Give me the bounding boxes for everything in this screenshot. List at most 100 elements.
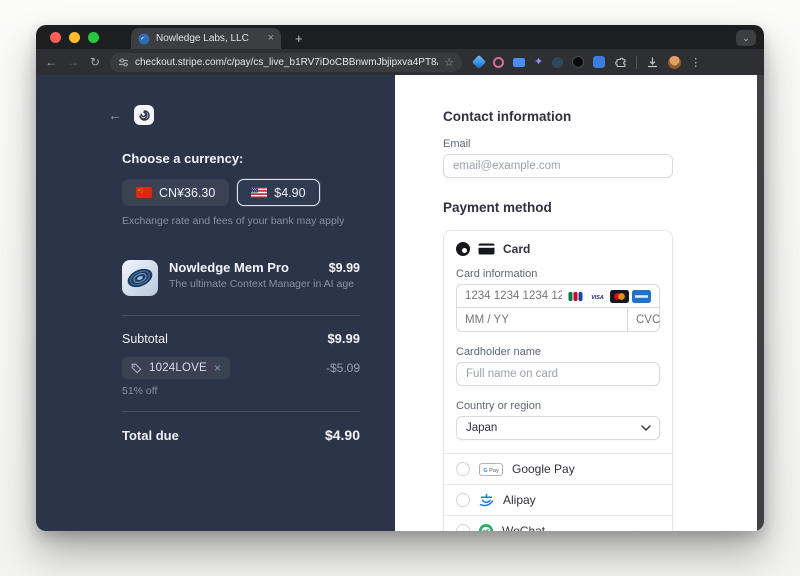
summary-divider	[122, 315, 360, 316]
forward-nav-icon[interactable]: →	[66, 55, 80, 69]
browser-window: Nowledge Labs, LLC × + ⌄ ← → ↻ checkout.…	[36, 25, 764, 531]
product-price: $9.99	[328, 261, 360, 275]
extensions-area: ✦ ⋮	[471, 54, 701, 70]
extension-square-icon[interactable]	[593, 56, 606, 68]
merchant-logo-swirl-icon	[138, 109, 150, 121]
extension-spark-icon[interactable]: ✦	[534, 56, 543, 68]
currency-usd-label: $4.90	[274, 185, 306, 200]
card-number-field[interactable]	[465, 290, 562, 302]
zoom-window-button[interactable]	[88, 31, 99, 43]
total-due-label: Total due	[122, 427, 179, 443]
alipay-radio[interactable]	[456, 493, 470, 507]
extension-card-icon[interactable]	[513, 58, 525, 67]
extension-record-icon[interactable]	[572, 56, 585, 68]
product-app-icon	[122, 260, 158, 296]
product-line-item: Nowledge Mem Pro $9.99 The ultimate Cont…	[122, 260, 360, 296]
cardholder-name-field[interactable]	[456, 362, 660, 386]
site-settings-icon[interactable]	[118, 57, 129, 68]
alipay-icon	[479, 493, 494, 507]
extensions-puzzle-icon[interactable]	[614, 56, 627, 69]
email-field[interactable]	[443, 154, 673, 178]
alipay-option[interactable]: Alipay	[444, 484, 672, 515]
browser-menu-icon[interactable]: ⋮	[690, 56, 701, 69]
browser-toolbar: ← → ↻ checkout.stripe.com/c/pay/cs_live_…	[36, 49, 764, 75]
card-icon	[478, 243, 495, 255]
google-pay-option[interactable]: G Pay Google Pay	[444, 453, 672, 484]
toolbar-divider	[636, 55, 638, 69]
wechat-radio[interactable]	[456, 524, 470, 531]
svg-text:VISA: VISA	[591, 295, 604, 301]
mastercard-brand-icon	[610, 289, 629, 303]
svg-text:G Pay: G Pay	[483, 467, 499, 473]
alipay-label: Alipay	[503, 493, 536, 507]
payment-method-box: Card Card information 1234 1234 1234 123…	[443, 230, 673, 531]
tab-title: Nowledge Labs, LLC	[156, 33, 249, 44]
promo-code-chip: 1024LOVE ×	[122, 357, 230, 379]
bookmark-star-icon[interactable]: ☆	[444, 56, 454, 69]
card-information-label: Card information	[456, 268, 538, 280]
product-description: The ultimate Context Manager in AI age	[169, 278, 355, 290]
new-tab-button[interactable]: +	[295, 31, 303, 49]
page-content: ← Choose a currency: CN¥36.30 $4.90 Exch…	[36, 75, 764, 531]
address-bar[interactable]: checkout.stripe.com/c/pay/cs_live_b1RV7i…	[110, 52, 462, 72]
card-radio[interactable]	[456, 242, 470, 256]
card-option-label: Card	[503, 242, 531, 256]
currency-option-cny[interactable]: CN¥36.30	[122, 179, 230, 206]
cvc-cell[interactable]: 123	[627, 308, 672, 331]
checkout-form-panel: Contact information Email Payment method	[395, 75, 764, 531]
promo-code: 1024LOVE	[149, 362, 207, 374]
profile-avatar[interactable]	[668, 55, 682, 69]
extension-gem-icon[interactable]	[471, 54, 487, 70]
extension-ring-icon[interactable]	[493, 56, 504, 68]
browser-tab[interactable]: Nowledge Labs, LLC ×	[131, 28, 281, 49]
tab-favicon-icon	[138, 33, 150, 44]
country-label: Country or region	[456, 400, 541, 412]
country-select[interactable]: Japan	[456, 416, 660, 440]
remove-promo-icon[interactable]: ×	[214, 362, 221, 374]
product-name: Nowledge Mem Pro	[169, 260, 289, 275]
merchant-logo	[134, 105, 154, 125]
visa-brand-icon: VISA	[588, 289, 607, 303]
currency-options: CN¥36.30 $4.90	[122, 179, 360, 206]
expiry-cell[interactable]	[457, 308, 627, 331]
wechat-label: WeChat	[502, 524, 546, 531]
tab-close-icon[interactable]: ×	[268, 33, 274, 44]
tab-strip: Nowledge Labs, LLC × + ⌄	[36, 25, 764, 49]
close-window-button[interactable]	[50, 31, 61, 43]
payment-method-heading: Payment method	[443, 200, 552, 215]
card-option-row[interactable]: Card	[456, 242, 660, 256]
promo-percent-note: 51% off	[122, 385, 158, 397]
order-summary-panel: ← Choose a currency: CN¥36.30 $4.90 Exch…	[36, 75, 395, 531]
tab-search-chevron-icon[interactable]: ⌄	[736, 30, 756, 46]
back-nav-icon[interactable]: ←	[44, 55, 58, 69]
cardholder-name-label: Cardholder name	[456, 346, 541, 358]
promo-discount: -$5.09	[325, 361, 360, 375]
window-controls	[36, 25, 109, 49]
currency-option-usd-selected[interactable]: $4.90	[237, 179, 320, 206]
cvc-field[interactable]	[636, 313, 672, 326]
choose-currency-label: Choose a currency:	[122, 151, 244, 166]
card-input-group: VISA	[456, 284, 672, 332]
google-pay-radio[interactable]	[456, 462, 470, 476]
downloads-icon[interactable]	[646, 56, 659, 69]
wechat-icon	[479, 524, 493, 531]
jcb-brand-icon	[566, 289, 585, 303]
subtotal-label: Subtotal	[122, 331, 168, 346]
contact-information-heading: Contact information	[443, 109, 572, 124]
card-brand-icons: VISA	[566, 289, 651, 303]
card-section: Card Card information 1234 1234 1234 123…	[444, 231, 672, 453]
amex-brand-icon	[632, 289, 651, 303]
reload-icon[interactable]: ↻	[88, 55, 102, 69]
page-scrollbar[interactable]	[757, 75, 764, 531]
card-number-row[interactable]: VISA	[456, 284, 660, 308]
minimize-window-button[interactable]	[69, 31, 80, 43]
google-pay-icon: G Pay	[479, 462, 503, 476]
email-label: Email	[443, 138, 471, 150]
expiry-field[interactable]	[465, 313, 619, 326]
summary-divider	[122, 411, 360, 412]
expiry-cvc-row: 123	[456, 308, 672, 332]
back-arrow-icon[interactable]: ←	[108, 107, 122, 123]
extension-search-icon[interactable]	[552, 56, 564, 68]
currency-cny-label: CN¥36.30	[159, 185, 216, 200]
wechat-option[interactable]: WeChat	[444, 515, 672, 531]
